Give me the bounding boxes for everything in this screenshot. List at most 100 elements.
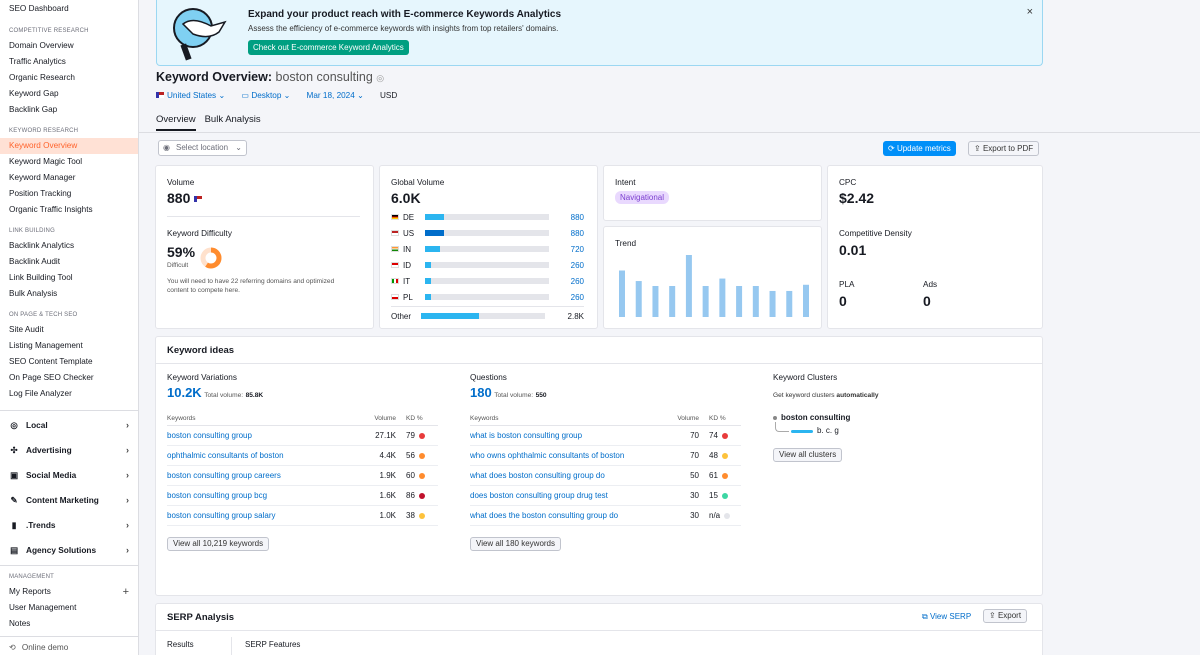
cluster-bar — [791, 430, 813, 433]
country-volume[interactable]: 260 — [571, 261, 584, 270]
view-all-variations-button[interactable]: View all 10,219 keywords — [167, 537, 270, 551]
close-icon[interactable]: × — [1027, 6, 1033, 18]
sidebar-section-title: KEYWORD RESEARCH — [9, 128, 79, 134]
keyword-link[interactable]: boston consulting group salary — [167, 506, 366, 525]
plus-icon[interactable]: + — [123, 584, 129, 600]
keyword-link[interactable]: who owns ophthalmic consultants of bosto… — [470, 446, 669, 465]
country-volume[interactable]: 720 — [571, 245, 584, 254]
view-all-clusters-button[interactable]: View all clusters — [773, 448, 843, 462]
variations-rows: boston consulting group 27.1K 79 ophthalmic… — [167, 426, 438, 526]
other-value: 2.8K — [567, 311, 584, 321]
view-all-questions-button[interactable]: View all 180 keywords — [470, 537, 562, 551]
sidebar-item-online-demo[interactable]: ⟲ Online demo — [0, 640, 138, 655]
sidebar-item-backlink-analytics[interactable]: Backlink Analytics — [0, 238, 138, 254]
country-bar-fill — [425, 214, 444, 220]
country-volume[interactable]: 260 — [571, 277, 584, 286]
sidebar-item-traffic-analytics[interactable]: Traffic Analytics — [0, 54, 138, 70]
serp-export-button[interactable]: ⇪ Export — [983, 609, 1028, 623]
pl-flag-icon — [391, 294, 399, 300]
sidebar-group-content-marketing[interactable]: ✎ Content Marketing › — [0, 487, 138, 512]
desktop-icon: ▭ — [241, 91, 250, 100]
device-select[interactable]: ▭ Desktop ⌄ — [241, 90, 290, 100]
keyword-volume: 30 — [690, 511, 699, 520]
sidebar-group-trends[interactable]: ▮ .Trends › — [0, 512, 138, 537]
chevron-down-icon: ⌄ — [235, 143, 242, 152]
sidebar-item-seo-content-template[interactable]: SEO Content Template — [0, 354, 138, 370]
export-label: Export to PDF — [982, 144, 1034, 153]
de-flag-icon — [391, 214, 399, 220]
sidebar-item-keyword-overview[interactable]: Keyword Overview — [0, 138, 138, 154]
sidebar-item-keyword-magic-tool[interactable]: Keyword Magic Tool — [0, 154, 138, 170]
keyword-link[interactable]: ophthalmic consultants of boston — [167, 446, 366, 465]
sidebar-item-bulk-analysis[interactable]: Bulk Analysis — [0, 286, 138, 302]
keyword-link[interactable]: boston consulting group bcg — [167, 486, 366, 505]
keyword-clusters: Keyword Clusters Get keyword clusters au… — [773, 373, 1033, 462]
keyword-link[interactable]: what does the boston consulting group do — [470, 506, 669, 525]
trend-bar — [635, 281, 642, 317]
questions-count[interactable]: 180 — [470, 385, 492, 400]
sidebar-item-organic-traffic-insights[interactable]: Organic Traffic Insights — [0, 202, 138, 218]
keyword-link[interactable]: does boston consulting group drug test — [470, 486, 669, 505]
sidebar-item-domain-overview[interactable]: Domain Overview — [0, 38, 138, 54]
serp-export-label: Export — [997, 611, 1022, 620]
sidebar-item-on-page-seo-checker[interactable]: On Page SEO Checker — [0, 370, 138, 386]
clusters-subtitle-text: Get keyword clusters — [773, 392, 835, 399]
volume-card: Volume 880 Keyword Difficulty 59% Diffic… — [155, 165, 374, 329]
keyword-link[interactable]: boston consulting group careers — [167, 466, 366, 485]
keyword-link[interactable]: what is boston consulting group — [470, 426, 669, 445]
tab-overview[interactable]: Overview — [156, 114, 196, 131]
sidebar-item-my-reports[interactable]: My Reports + — [0, 584, 138, 600]
sidebar-item-keyword-gap[interactable]: Keyword Gap — [0, 86, 138, 102]
keyword-volume: 1.9K — [379, 471, 396, 480]
sidebar-item-user-management[interactable]: User Management — [0, 600, 138, 616]
location-select[interactable]: ◉ Select location ⌄ — [158, 140, 247, 156]
sidebar-item-log-file-analyzer[interactable]: Log File Analyzer — [0, 386, 138, 402]
kd-value: n/a — [709, 511, 721, 520]
sidebar-item-listing-management[interactable]: Listing Management — [0, 338, 138, 354]
variations-count[interactable]: 10.2K — [167, 385, 202, 400]
sidebar-item-link-building-tool[interactable]: Link Building Tool — [0, 270, 138, 286]
table-row: boston consulting group salary 1.0K 38 — [167, 506, 438, 526]
sidebar-item-backlink-gap[interactable]: Backlink Gap — [0, 102, 138, 118]
view-serp-label: View SERP — [929, 612, 972, 621]
country-volume[interactable]: 880 — [571, 229, 584, 238]
kd-dot-icon — [418, 492, 425, 499]
sidebar-item-backlink-audit[interactable]: Backlink Audit — [0, 254, 138, 270]
export-pdf-button[interactable]: ⇪ Export to PDF — [968, 141, 1040, 156]
keyword-kd: 15 — [709, 486, 741, 505]
sidebar-group-advertising[interactable]: ✣ Advertising › — [0, 437, 138, 462]
kd-level: Difficult — [167, 262, 189, 269]
view-serp-link[interactable]: ⧉ View SERP — [922, 612, 971, 622]
sidebar-group-agency-solutions[interactable]: ▤ Agency Solutions › — [0, 537, 138, 562]
country-volume[interactable]: 260 — [571, 293, 584, 302]
global-volume-card: Global Volume 6.0K DE 880 US 880 IN 720 ID 260 I… — [379, 165, 598, 329]
country-select[interactable]: United States ⌄ — [156, 90, 225, 100]
keyword-volume: 4.4K — [379, 451, 396, 460]
demo-icon: ⟲ — [9, 643, 16, 652]
keyword-link[interactable]: boston consulting group — [167, 426, 366, 445]
sidebar-group-local[interactable]: ◎ Local › — [0, 412, 138, 437]
sidebar-item-keyword-manager[interactable]: Keyword Manager — [0, 170, 138, 186]
date-select[interactable]: Mar 18, 2024 ⌄ — [307, 90, 364, 100]
sidebar-item-site-audit[interactable]: Site Audit — [0, 322, 138, 338]
sidebar-group-label: .Trends — [26, 519, 56, 530]
sidebar-group-social-media[interactable]: ▣ Social Media › — [0, 462, 138, 487]
ecommerce-analytics-button[interactable]: Check out E-commerce Keyword Analytics — [248, 40, 409, 55]
sidebar-section-title: MANAGEMENT — [9, 574, 55, 580]
country-volume[interactable]: 880 — [571, 213, 584, 222]
sidebar-group-label: Agency Solutions — [26, 544, 97, 555]
sidebar-item-position-tracking[interactable]: Position Tracking — [0, 186, 138, 202]
sidebar-item-organic-research[interactable]: Organic Research — [0, 70, 138, 86]
trend-bar — [752, 286, 759, 317]
keyword-link[interactable]: what does boston consulting group do — [470, 466, 669, 485]
sidebar-item-notes[interactable]: Notes — [0, 616, 138, 632]
tab-bar: Overview Bulk Analysis — [156, 114, 261, 131]
update-metrics-button[interactable]: ⟳ Update metrics — [883, 141, 956, 156]
sidebar-item-seo-dashboard[interactable]: SEO Dashboard — [0, 0, 138, 18]
trends-icon: ▮ — [11, 519, 17, 530]
keyword-kd: 60 — [406, 466, 438, 485]
sidebar-divider — [0, 410, 138, 411]
tab-bulk-analysis[interactable]: Bulk Analysis — [205, 114, 261, 131]
kd-dot-icon — [418, 432, 425, 439]
other-bar — [421, 313, 545, 319]
